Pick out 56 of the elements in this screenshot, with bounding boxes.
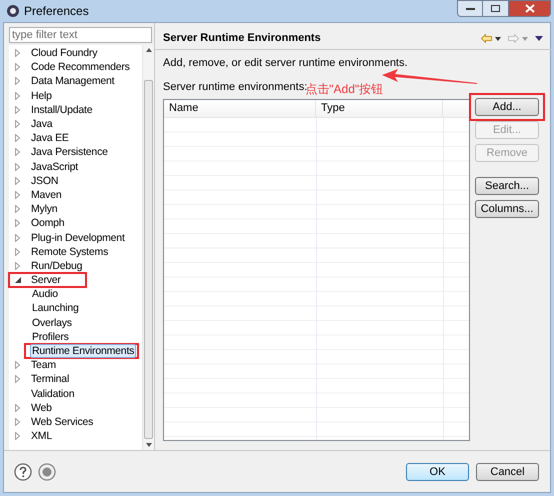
tree-item[interactable]: Install/Update xyxy=(29,102,94,117)
scroll-down-icon[interactable] xyxy=(146,443,152,447)
tree-item[interactable]: Team xyxy=(29,358,58,372)
tree-item[interactable]: Overlays xyxy=(30,316,74,330)
tree-item[interactable]: Server xyxy=(29,273,63,288)
tree-item[interactable]: JavaScript xyxy=(29,160,80,174)
annotation-text: 点击"Add"按钮 xyxy=(305,82,384,96)
tree-item[interactable]: Plug-in Development xyxy=(29,230,127,245)
maximize-button[interactable] xyxy=(483,0,508,17)
close-icon xyxy=(524,4,534,13)
tree-item[interactable]: Java xyxy=(29,117,54,132)
window-title: Preferences xyxy=(24,3,89,20)
tree-item[interactable]: Help xyxy=(29,88,54,103)
column-header[interactable]: Name xyxy=(164,100,316,117)
page-title: Server Runtime Environments xyxy=(163,31,321,46)
side-button[interactable]: Search... xyxy=(475,177,539,195)
tree-item[interactable]: Java EE xyxy=(29,131,71,146)
tree-item[interactable]: Mylyn xyxy=(29,202,60,216)
tree-item[interactable]: Audio xyxy=(30,287,60,302)
expanded-arrow-icon[interactable] xyxy=(15,277,21,284)
dropdown-icon[interactable] xyxy=(495,36,501,40)
tree-item[interactable]: Web xyxy=(29,400,54,415)
close-button[interactable] xyxy=(508,0,551,17)
filter-field[interactable]: type filter text xyxy=(9,27,152,43)
dialog-button[interactable]: OK xyxy=(406,462,469,480)
scrollbar[interactable] xyxy=(142,45,154,450)
app-icon xyxy=(6,4,20,18)
side-button[interactable]: Columns... xyxy=(475,200,539,218)
tree-item[interactable]: XML xyxy=(29,429,54,444)
tree-item[interactable]: Run/Debug xyxy=(29,258,84,273)
tree-item[interactable]: Maven xyxy=(29,188,64,202)
tree-item[interactable]: Remote Systems xyxy=(29,244,110,259)
tree-item[interactable]: Validation xyxy=(29,386,76,401)
forward-arrow-icon[interactable] xyxy=(508,34,519,43)
side-button[interactable]: Add... xyxy=(475,98,539,116)
tree-item[interactable]: Data Management xyxy=(29,74,116,88)
view-menu-icon[interactable] xyxy=(535,36,543,41)
help-icon[interactable] xyxy=(14,462,32,480)
record-icon[interactable] xyxy=(38,462,56,480)
tree-item[interactable]: Cloud Foundry xyxy=(29,46,100,60)
tree-item[interactable]: Web Services xyxy=(29,414,96,429)
scroll-up-icon[interactable] xyxy=(146,48,152,52)
tree-item[interactable]: Profilers xyxy=(30,330,71,344)
minimize-button[interactable] xyxy=(457,0,483,17)
tree-item[interactable]: Code Recommenders xyxy=(29,60,132,74)
column-header[interactable]: Type xyxy=(316,100,443,117)
tree-item[interactable]: JSON xyxy=(29,174,60,188)
dialog-button[interactable]: Cancel xyxy=(476,462,539,480)
tree-item[interactable]: Terminal xyxy=(29,372,72,386)
tree-item[interactable]: Launching xyxy=(30,301,81,316)
tree-item[interactable]: Java Persistence xyxy=(29,145,110,160)
list-label: Server runtime environments: xyxy=(163,80,308,92)
tree-item[interactable]: Runtime Environments xyxy=(30,344,136,358)
runtime-table[interactable]: Name Type xyxy=(163,99,470,441)
tree-item[interactable]: Oomph xyxy=(29,216,66,230)
page-description: Add, remove, or edit server runtime environments. xyxy=(163,56,408,71)
